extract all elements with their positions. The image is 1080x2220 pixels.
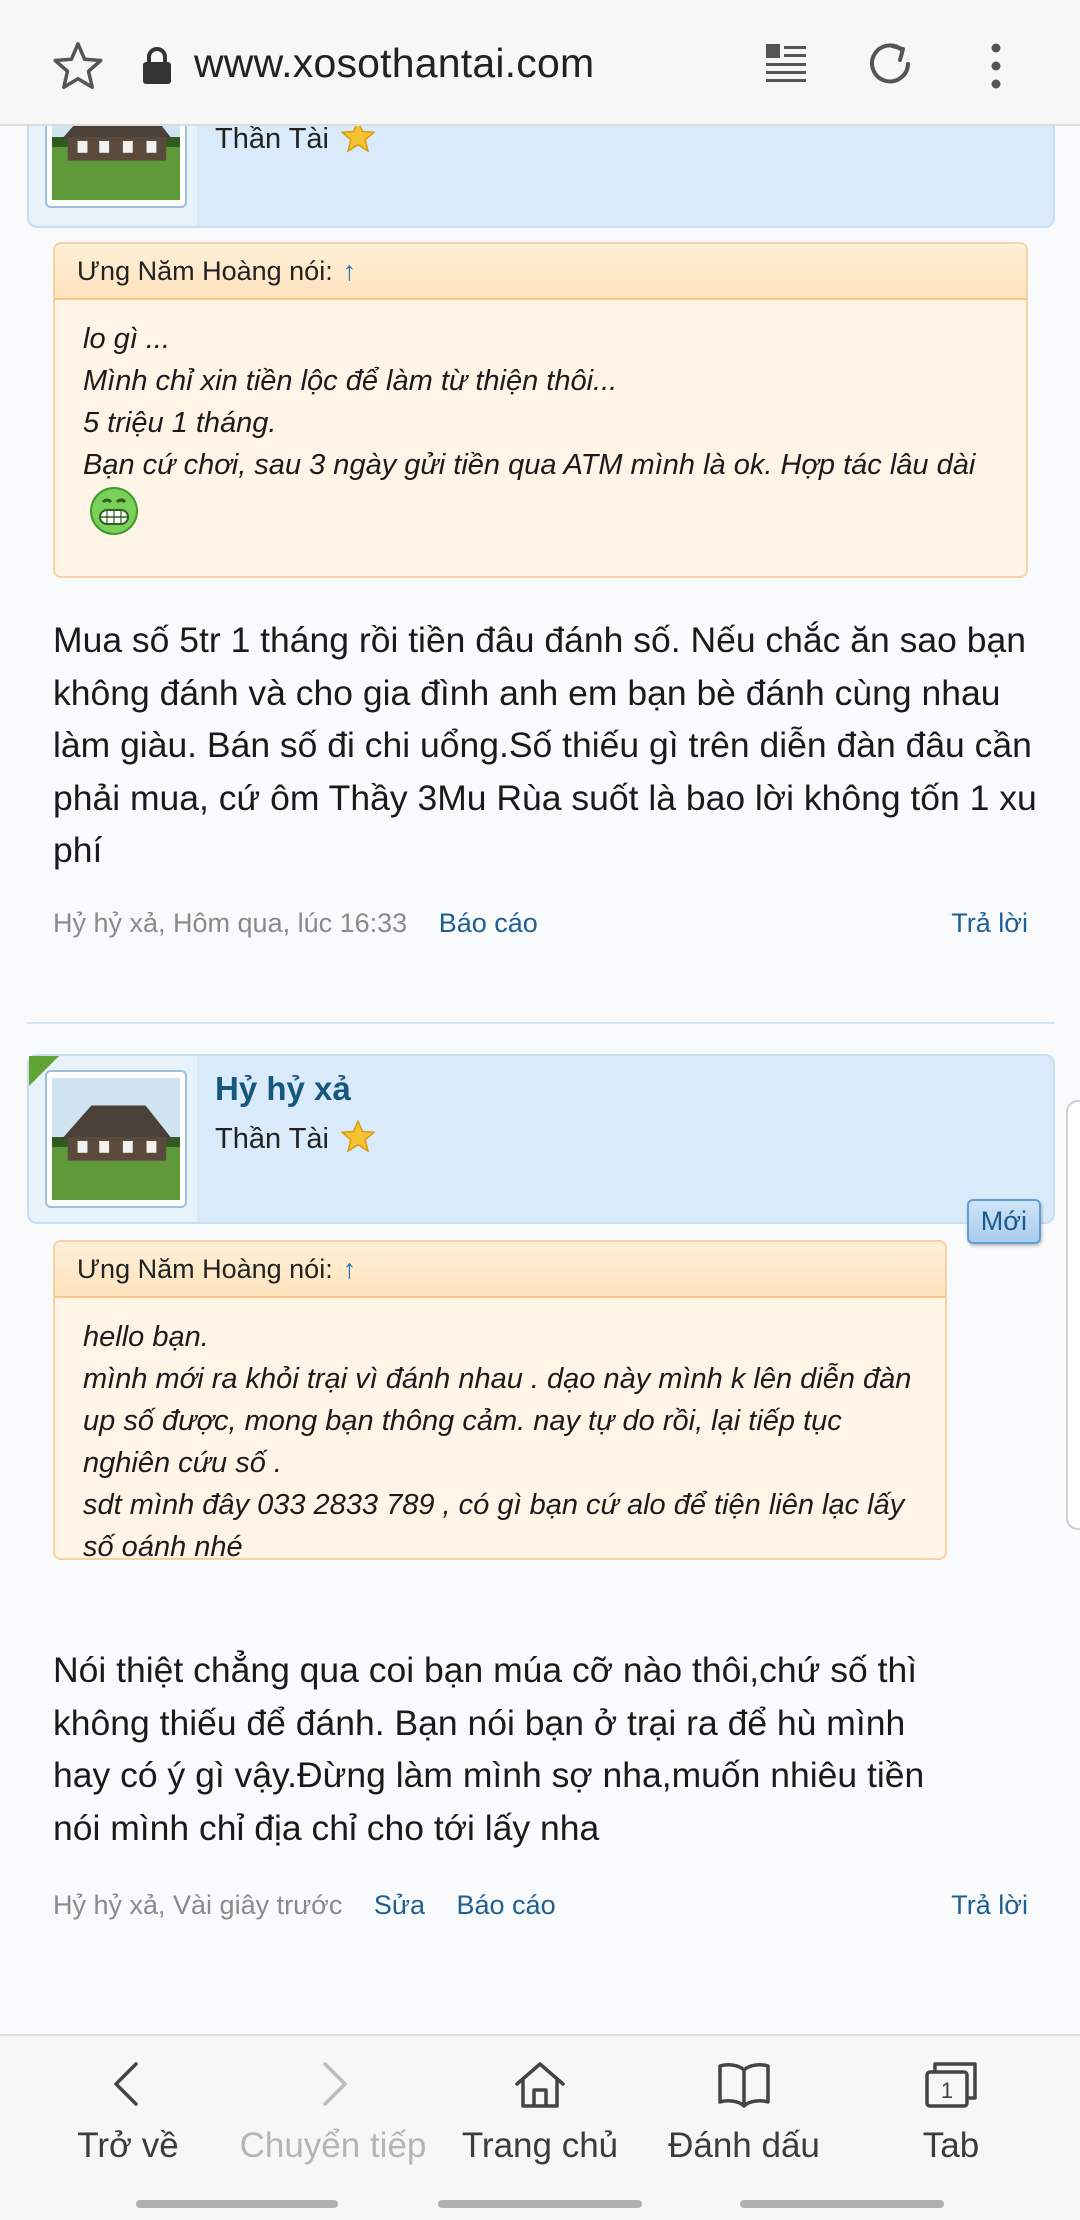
gesture-bar-center[interactable] bbox=[438, 2200, 642, 2208]
post-author-date: Hỷ hỷ xả, Vài giây trước bbox=[53, 1890, 343, 1920]
user-title-text: Thần Tài bbox=[215, 123, 329, 155]
reader-mode-icon[interactable] bbox=[762, 38, 810, 86]
nav-bookmarks-label: Đánh dấu bbox=[668, 2126, 820, 2165]
post-user-bar: Hỷ hỷ xả Thần Tài Mới bbox=[27, 1054, 1055, 1244]
chevron-right-icon bbox=[323, 2062, 347, 2106]
tabs-icon: 1 bbox=[925, 2062, 977, 2108]
nav-forward-button[interactable]: Chuyển tiếp bbox=[225, 2056, 441, 2166]
nav-home-button[interactable]: Trang chủ bbox=[432, 2056, 648, 2166]
quote-line: lo gì ... bbox=[83, 323, 171, 355]
username-link[interactable]: Hỷ hỷ xả bbox=[215, 1070, 351, 1108]
nav-tabs-button[interactable]: 1 Tab bbox=[843, 2056, 1059, 2166]
browser-toolbar: www.xosothantai.com bbox=[0, 0, 1080, 126]
user-title-text: Thần Tài bbox=[215, 1123, 329, 1155]
quote-body: lo gì ... Mình chỉ xin tiền lộc để làm t… bbox=[55, 300, 1026, 552]
chevron-left-icon bbox=[114, 2062, 138, 2106]
lock-icon bbox=[143, 47, 171, 84]
quote-header: Ưng Năm Hoàng nói: ↑ bbox=[55, 244, 1026, 300]
edit-link[interactable]: Sửa bbox=[374, 1890, 425, 1920]
address-bar-url[interactable]: www.xosothantai.com bbox=[194, 40, 594, 87]
grin-emoji-icon bbox=[90, 487, 138, 535]
avatar[interactable] bbox=[45, 1070, 187, 1208]
nav-bookmarks-button[interactable]: Đánh dấu bbox=[636, 2056, 852, 2166]
bookmark-book-icon bbox=[718, 2063, 770, 2108]
nav-tabs-label: Tab bbox=[922, 2126, 980, 2165]
quote-line: hello bạn. bbox=[83, 1321, 209, 1353]
report-link[interactable]: Báo cáo bbox=[439, 908, 538, 938]
nav-forward-label: Chuyển tiếp bbox=[239, 2126, 427, 2165]
quote-jump-arrow-icon[interactable]: ↑ bbox=[343, 256, 357, 286]
user-title: Thần Tài bbox=[215, 1120, 375, 1156]
star-rank-icon bbox=[340, 1120, 375, 1152]
nav-back-label: Trở về bbox=[77, 2126, 179, 2165]
edge-panel-handle[interactable] bbox=[1066, 1100, 1080, 1530]
quote-box: Ưng Năm Hoàng nói: ↑ lo gì ... Mình chỉ x… bbox=[53, 242, 1028, 578]
reply-link[interactable]: Trả lời bbox=[951, 908, 1028, 939]
quote-box: Ưng Năm Hoàng nói: ↑ hello bạn. mình mới … bbox=[53, 1240, 947, 1560]
post-footer: Hỷ hỷ xả, Vài giây trước Sửa Báo cáo Trả… bbox=[53, 1890, 1028, 1921]
bookmark-star-icon[interactable] bbox=[50, 38, 106, 94]
reply-link[interactable]: Trả lời bbox=[951, 1890, 1028, 1921]
quote-jump-arrow-icon[interactable]: ↑ bbox=[343, 1254, 357, 1284]
gesture-bar-right[interactable] bbox=[740, 2200, 944, 2208]
browser-bottom-nav: Trở về Chuyển tiếp Trang chủ Đánh dấu 1 … bbox=[0, 2034, 1080, 2220]
post-author-date: Hỷ hỷ xả, Hôm qua, lúc 16:33 bbox=[53, 908, 408, 938]
new-badge: Mới bbox=[966, 1199, 1041, 1244]
quote-line: sdt mình đây 033 2833 789 , có gì bạn cứ… bbox=[83, 1489, 905, 1560]
nav-back-button[interactable]: Trở về bbox=[20, 2056, 236, 2166]
nav-home-label: Trang chủ bbox=[461, 2126, 619, 2165]
post-footer: Hỷ hỷ xả, Hôm qua, lúc 16:33 Báo cáo Trả… bbox=[53, 908, 1028, 939]
gesture-bar-left[interactable] bbox=[136, 2200, 338, 2208]
tab-count: 1 bbox=[941, 2078, 953, 2103]
quote-author: Ưng Năm Hoàng nói: bbox=[77, 1254, 333, 1284]
report-link[interactable]: Báo cáo bbox=[457, 1890, 556, 1920]
post-divider bbox=[27, 1022, 1055, 1024]
quote-body: hello bạn. mình mới ra khỏi trại vì đánh… bbox=[55, 1298, 945, 1560]
quote-line: Mình chỉ xin tiền lộc để làm từ thiện th… bbox=[83, 365, 618, 397]
quote-line-last: Bạn cứ chơi, sau 3 ngày gửi tiền qua ATM… bbox=[83, 444, 1000, 536]
post-message: Nói thiệt chẳng qua coi bạn múa cỡ nào t… bbox=[53, 1650, 925, 1848]
more-menu-icon[interactable] bbox=[982, 38, 1010, 94]
forum-post: Thần Tài Ưng Năm Hoàng nói: ↑ lo gì ... M… bbox=[0, 0, 1080, 1000]
house-avatar-image bbox=[52, 1077, 180, 1201]
post-message: Mua số 5tr 1 tháng rồi tiền đâu đánh số.… bbox=[53, 620, 1037, 870]
quote-line: mình mới ra khỏi trại vì đánh nhau . dạo… bbox=[83, 1363, 912, 1479]
quote-header: Ưng Năm Hoàng nói: ↑ bbox=[55, 1242, 945, 1298]
reload-icon[interactable] bbox=[862, 36, 918, 92]
forum-post: Hỷ hỷ xả Thần Tài Mới Ưng Năm Hoàng nói:… bbox=[0, 1050, 1080, 2010]
quote-author: Ưng Năm Hoàng nói: bbox=[77, 256, 333, 286]
home-icon bbox=[515, 2062, 565, 2108]
quote-line: 5 triệu 1 tháng. bbox=[83, 407, 277, 439]
quote-line-text: Bạn cứ chơi, sau 3 ngày gửi tiền qua ATM… bbox=[83, 449, 976, 481]
